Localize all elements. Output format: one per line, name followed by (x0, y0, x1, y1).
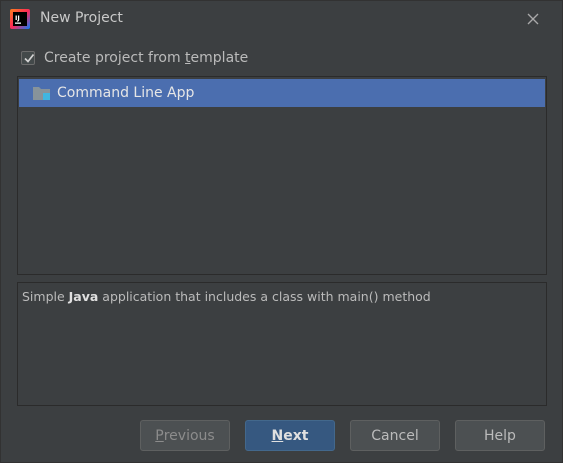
list-item-command-line-app[interactable]: Command Line App (19, 79, 545, 107)
help-button[interactable]: Help (455, 420, 545, 451)
window-title: New Project (40, 10, 123, 26)
new-project-dialog: IJ New Project Create project from templ… (0, 0, 563, 463)
create-from-template-checkbox[interactable]: Create project from template (21, 48, 248, 68)
intellij-idea-icon: IJ (10, 9, 30, 29)
previous-button[interactable]: Previous (140, 420, 230, 451)
folder-module-icon (32, 85, 52, 101)
template-description-panel: Simple Java application that includes a … (17, 282, 547, 406)
title-bar: IJ New Project (1, 1, 562, 37)
cancel-button[interactable]: Cancel (350, 420, 440, 451)
template-list[interactable]: Command Line App (17, 76, 547, 275)
template-description: Simple Java application that includes a … (22, 289, 431, 304)
close-icon[interactable] (524, 10, 542, 28)
checkbox-checked-icon[interactable] (21, 51, 35, 65)
create-from-template-label: Create project from template (44, 50, 249, 66)
list-item-label: Command Line App (57, 85, 195, 101)
next-button[interactable]: Next (245, 420, 335, 451)
svg-text:IJ: IJ (15, 14, 20, 22)
